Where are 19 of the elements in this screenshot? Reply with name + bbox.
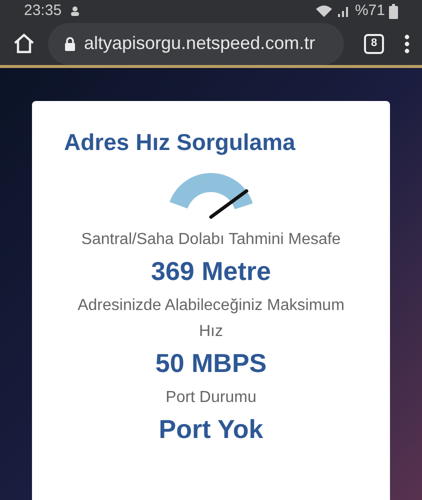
- info-value: 369 Metre: [151, 255, 271, 288]
- card-title: Adres Hız Sorgulama: [64, 128, 296, 157]
- info-label: Adresinizde Alabileceğiniz Maksimum Hız: [76, 296, 346, 342]
- info-label: Port Durumu: [166, 388, 256, 408]
- lock-icon: [64, 36, 76, 50]
- status-time: 23:35: [24, 1, 62, 21]
- battery-icon: [389, 4, 398, 19]
- battery-percent: %71: [354, 1, 385, 21]
- home-icon[interactable]: [12, 32, 36, 56]
- address-bar[interactable]: altyapisorgu.netspeed.com.tr: [48, 22, 344, 64]
- info-value: Port Yok: [158, 413, 264, 446]
- notification-icon: [70, 5, 80, 18]
- info-value: 50 MBPS: [155, 347, 267, 380]
- menu-icon[interactable]: [404, 34, 410, 54]
- url-text: altyapisorgu.netspeed.com.tr: [84, 32, 316, 55]
- info-label: Santral/Saha Dolabı Tahmini Mesafe: [81, 230, 341, 250]
- tab-count-button[interactable]: 8: [364, 34, 384, 54]
- wifi-icon: [314, 4, 333, 18]
- signal-icon: [336, 4, 351, 18]
